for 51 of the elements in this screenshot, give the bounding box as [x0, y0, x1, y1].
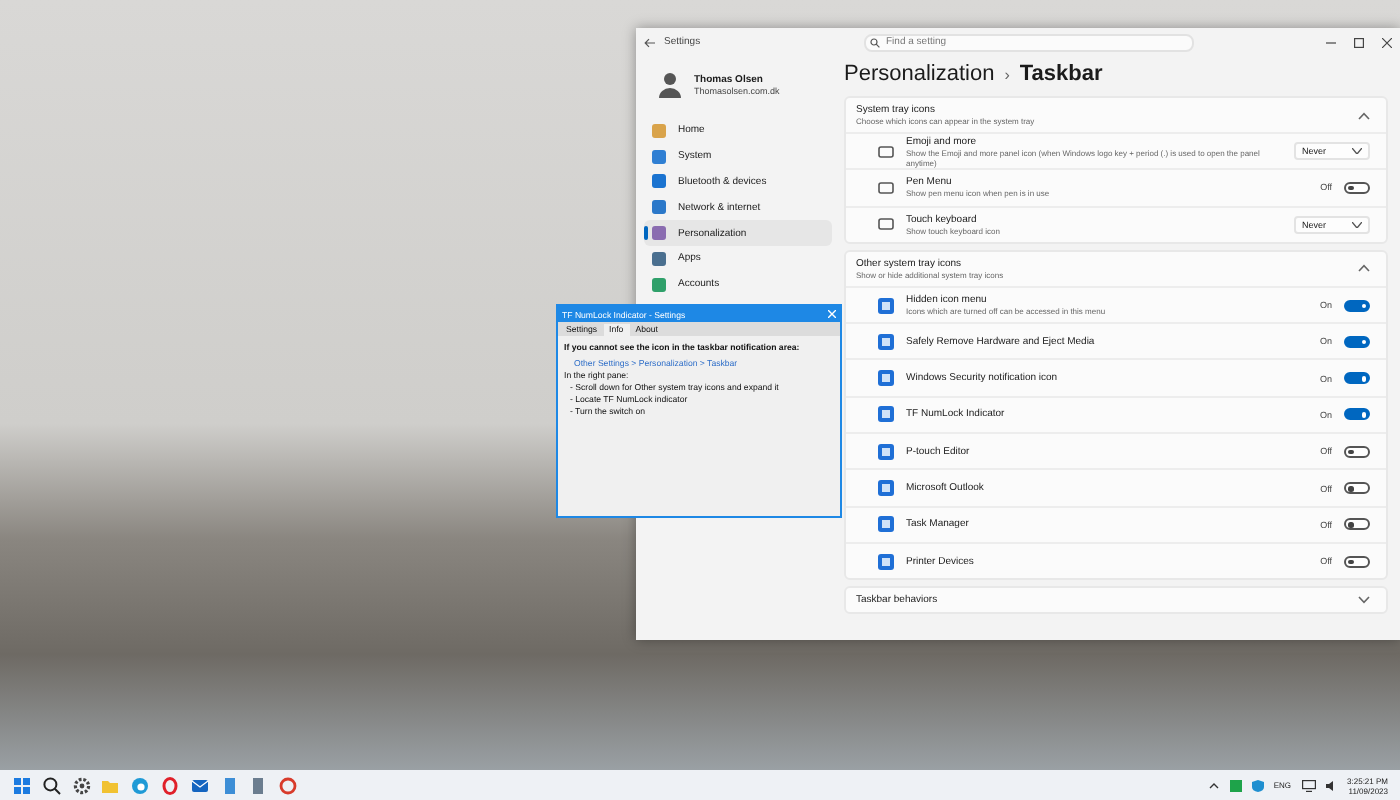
- square-icon: [652, 226, 666, 241]
- mail-icon[interactable]: [189, 775, 210, 795]
- monitor-icon[interactable]: [1301, 779, 1316, 791]
- toggle-switch[interactable]: [1344, 482, 1370, 495]
- document-icon[interactable]: [219, 775, 240, 795]
- toggle-switch[interactable]: [1344, 299, 1370, 312]
- app-icon: [878, 333, 894, 350]
- back-arrow-icon[interactable]: [644, 37, 656, 47]
- swirl-icon[interactable]: [278, 775, 299, 795]
- document-icon[interactable]: [248, 775, 269, 795]
- square-icon: [652, 251, 666, 266]
- close-icon[interactable]: [1382, 37, 1392, 47]
- avatar-icon: [656, 70, 684, 98]
- chevron-icon[interactable]: [1358, 596, 1370, 605]
- speaker-icon[interactable]: [1325, 779, 1338, 791]
- toggle-switch[interactable]: [1344, 445, 1370, 458]
- chevron-icon: [1352, 148, 1362, 155]
- search-icon[interactable]: [41, 775, 62, 795]
- toggle-switch[interactable]: [1344, 181, 1370, 194]
- page-title: Taskbar: [1019, 62, 1103, 86]
- app-icon: [878, 297, 894, 314]
- toggle-switch[interactable]: [1344, 518, 1370, 531]
- square-icon: [652, 123, 666, 138]
- square-icon: [652, 149, 666, 164]
- square-icon: [652, 277, 666, 292]
- browser-icon[interactable]: [130, 775, 151, 795]
- gear-icon[interactable]: [71, 775, 92, 795]
- chevron-icon: [1352, 221, 1362, 228]
- toggle-switch[interactable]: [1344, 408, 1370, 421]
- app-icon: [878, 443, 894, 460]
- app-icon: [878, 370, 894, 387]
- breadcrumb-parent[interactable]: Personalization: [844, 62, 995, 86]
- toggle-switch[interactable]: [1344, 555, 1370, 568]
- app-icon: [878, 553, 894, 570]
- start-icon[interactable]: [12, 775, 32, 795]
- breadcrumb-separator: ›: [1004, 66, 1010, 84]
- chevron-icon[interactable]: [1358, 111, 1370, 119]
- square-icon: [652, 200, 666, 215]
- toggle-switch[interactable]: [1344, 335, 1370, 348]
- chevron-icon[interactable]: [1207, 779, 1220, 791]
- square-icon[interactable]: [1229, 779, 1242, 791]
- app-icon: [878, 480, 894, 497]
- app-icon: [878, 406, 894, 423]
- minimize-icon[interactable]: [1326, 37, 1336, 47]
- square-icon: [652, 174, 666, 189]
- app-icon: [878, 516, 894, 533]
- chevron-icon[interactable]: [1358, 264, 1370, 273]
- toggle-switch[interactable]: [1344, 372, 1370, 385]
- maximize-icon[interactable]: [1354, 37, 1364, 47]
- shield-icon[interactable]: [1251, 779, 1264, 791]
- ring-icon[interactable]: [159, 775, 180, 795]
